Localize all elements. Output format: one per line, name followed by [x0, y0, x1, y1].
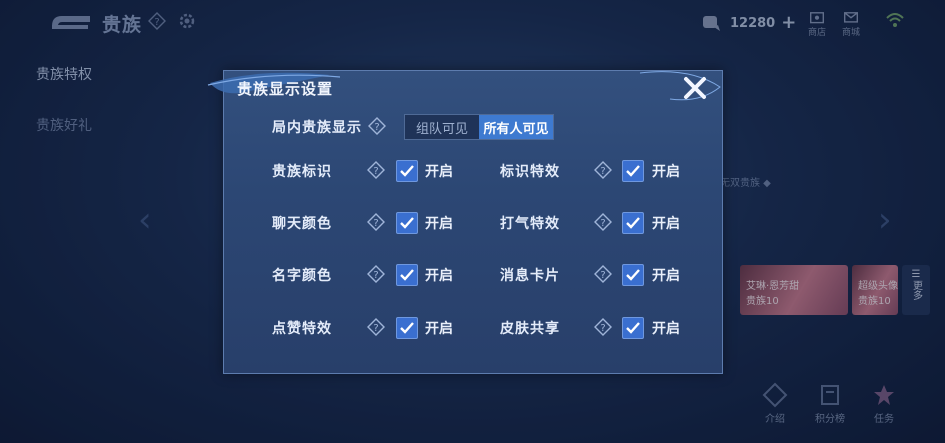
help-icon[interactable]: ?	[594, 161, 612, 179]
setting-state: 开启	[425, 268, 453, 284]
check-icon	[626, 322, 640, 334]
svg-text:?: ?	[600, 218, 605, 229]
setting-checkbox[interactable]	[396, 212, 418, 234]
setting-checkbox[interactable]	[396, 317, 418, 339]
svg-text:?: ?	[600, 270, 605, 281]
check-icon	[400, 322, 414, 334]
help-icon[interactable]: ?	[594, 265, 612, 283]
help-icon[interactable]: ?	[594, 318, 612, 336]
svg-text:?: ?	[373, 270, 378, 281]
help-icon[interactable]: ?	[367, 213, 385, 231]
svg-text:?: ?	[373, 218, 378, 229]
setting-state: 开启	[652, 216, 680, 232]
setting-label: 标识特效	[500, 164, 560, 180]
check-icon	[400, 217, 414, 229]
option-team-visible[interactable]: 组队可见	[405, 115, 479, 139]
svg-text:?: ?	[600, 166, 605, 177]
option-all-visible[interactable]: 所有人可见	[479, 115, 553, 139]
setting-state: 开启	[425, 321, 453, 337]
setting-state: 开启	[652, 268, 680, 284]
check-icon	[400, 165, 414, 177]
setting-checkbox[interactable]	[622, 160, 644, 182]
setting-state: 开启	[425, 164, 453, 180]
setting-label: 皮肤共享	[500, 321, 560, 337]
help-icon[interactable]: ?	[367, 161, 385, 179]
setting-state: 开启	[425, 216, 453, 232]
svg-text:?: ?	[373, 323, 378, 334]
setting-label: 点赞特效	[272, 321, 332, 337]
help-icon[interactable]: ?	[367, 318, 385, 336]
svg-text:?: ?	[373, 166, 378, 177]
setting-checkbox[interactable]	[622, 212, 644, 234]
setting-label: 聊天颜色	[272, 216, 332, 232]
close-button[interactable]	[681, 74, 709, 102]
help-icon[interactable]: ?	[367, 265, 385, 283]
check-icon	[626, 165, 640, 177]
check-icon	[400, 269, 414, 281]
setting-checkbox[interactable]	[622, 264, 644, 286]
setting-state: 开启	[652, 321, 680, 337]
check-icon	[626, 269, 640, 281]
svg-text:?: ?	[374, 122, 379, 133]
setting-checkbox[interactable]	[396, 264, 418, 286]
setting-label: 贵族标识	[272, 164, 332, 180]
svg-text:?: ?	[600, 323, 605, 334]
setting-checkbox[interactable]	[622, 317, 644, 339]
display-visibility-label: 局内贵族显示	[272, 120, 362, 136]
setting-state: 开启	[652, 164, 680, 180]
visibility-segmented-control: 组队可见 所有人可见	[404, 114, 554, 140]
close-icon	[684, 77, 706, 99]
dialog-title: 贵族显示设置	[237, 80, 334, 98]
help-icon[interactable]: ?	[368, 117, 386, 135]
setting-label: 消息卡片	[500, 268, 560, 284]
check-icon	[626, 217, 640, 229]
setting-checkbox[interactable]	[396, 160, 418, 182]
help-icon[interactable]: ?	[594, 213, 612, 231]
setting-label: 名字颜色	[272, 268, 332, 284]
setting-label: 打气特效	[500, 216, 560, 232]
